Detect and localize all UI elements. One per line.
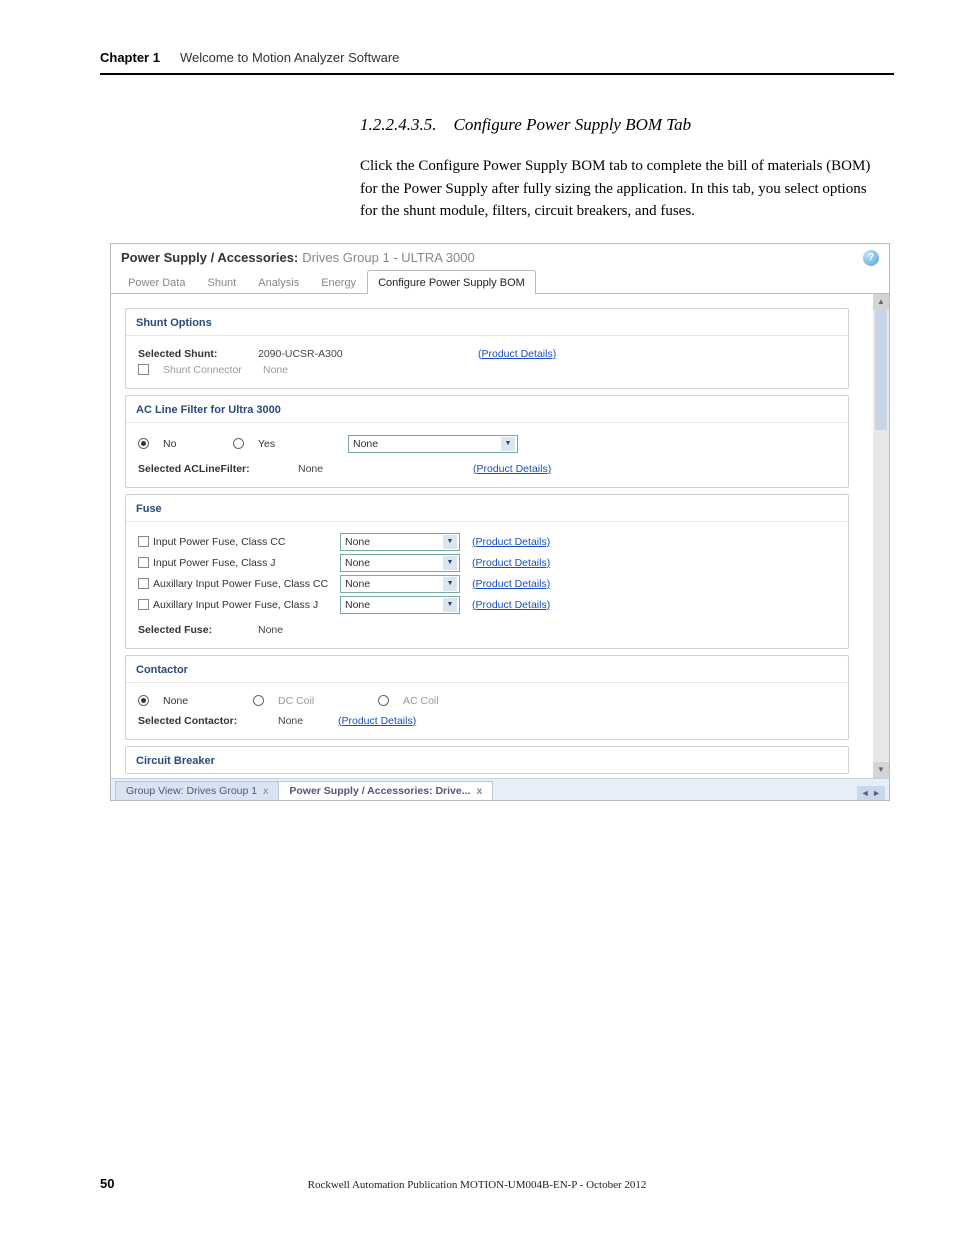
contactor-selected-value: None bbox=[278, 715, 328, 727]
window-title-label: Power Supply / Accessories: bbox=[121, 250, 298, 265]
fuse-label-0: Input Power Fuse, Class CC bbox=[153, 536, 285, 548]
shunt-connector-checkbox bbox=[138, 364, 149, 375]
contactor-panel: Contactor None DC Coil AC Coil Selected … bbox=[125, 655, 849, 740]
acline-no-radio[interactable] bbox=[138, 438, 149, 449]
selected-shunt-value: 2090-UCSR-A300 bbox=[258, 348, 378, 360]
fuse-chk-1[interactable] bbox=[138, 557, 149, 568]
fuse-chk-2[interactable] bbox=[138, 578, 149, 589]
chevron-down-icon: ▼ bbox=[501, 437, 515, 451]
tab-shunt[interactable]: Shunt bbox=[196, 270, 247, 294]
chevron-down-icon: ▼ bbox=[443, 598, 457, 612]
publication-line: Rockwell Automation Publication MOTION-U… bbox=[0, 1179, 954, 1191]
contactor-product-details-link[interactable]: (Product Details) bbox=[338, 715, 416, 727]
window-title-sub: Drives Group 1 - ULTRA 3000 bbox=[302, 250, 474, 265]
fuse-link-3[interactable]: (Product Details) bbox=[472, 599, 550, 611]
fuse-chk-0[interactable] bbox=[138, 536, 149, 547]
contactor-none-label: None bbox=[163, 695, 213, 707]
fuse-dd-0[interactable]: None ▼ bbox=[340, 533, 460, 551]
tab-configure-bom[interactable]: Configure Power Supply BOM bbox=[367, 270, 536, 294]
acline-heading: AC Line Filter for Ultra 3000 bbox=[126, 396, 848, 423]
acline-dropdown-value: None bbox=[353, 438, 378, 450]
contactor-ac-label: AC Coil bbox=[403, 695, 439, 707]
scroll-thumb[interactable] bbox=[875, 310, 887, 430]
footer-tab-power-supply-label: Power Supply / Accessories: Drive... bbox=[289, 785, 470, 797]
fuse-dd-1[interactable]: None ▼ bbox=[340, 554, 460, 572]
tab-analysis[interactable]: Analysis bbox=[247, 270, 310, 294]
contactor-ac-radio[interactable] bbox=[378, 695, 389, 706]
footer-tab-power-supply[interactable]: Power Supply / Accessories: Drive... x bbox=[278, 781, 493, 800]
selected-shunt-label: Selected Shunt: bbox=[138, 348, 248, 360]
chapter-label: Chapter 1 bbox=[100, 50, 160, 65]
fuse-dd-2[interactable]: None ▼ bbox=[340, 575, 460, 593]
fuse-heading: Fuse bbox=[126, 495, 848, 522]
footer-tab-group-view-label: Group View: Drives Group 1 bbox=[126, 785, 257, 797]
body-paragraph: Click the Configure Power Supply BOM tab… bbox=[360, 155, 884, 223]
contactor-dc-label: DC Coil bbox=[278, 695, 328, 707]
acline-selected-value: None bbox=[298, 463, 358, 475]
window-titlebar: Power Supply / Accessories: Drives Group… bbox=[111, 244, 889, 269]
chevron-down-icon: ▼ bbox=[443, 577, 457, 591]
help-icon[interactable]: ? bbox=[863, 250, 879, 266]
fuse-link-1[interactable]: (Product Details) bbox=[472, 557, 550, 569]
contactor-dc-radio[interactable] bbox=[253, 695, 264, 706]
close-icon[interactable]: x bbox=[263, 785, 268, 797]
tab-bar: Power Data Shunt Analysis Energy Configu… bbox=[111, 269, 889, 294]
fuse-dd-3[interactable]: None ▼ bbox=[340, 596, 460, 614]
shunt-connector-value: None bbox=[263, 364, 288, 376]
fuse-label-2: Auxillary Input Power Fuse, Class CC bbox=[153, 578, 328, 590]
chevron-down-icon: ▼ bbox=[443, 556, 457, 570]
fuse-dd-value-3: None bbox=[345, 599, 370, 611]
shunt-connector-label: Shunt Connector bbox=[163, 364, 253, 376]
scroll-up-icon[interactable]: ▲ bbox=[873, 294, 889, 310]
fuse-link-0[interactable]: (Product Details) bbox=[472, 536, 550, 548]
fuse-link-2[interactable]: (Product Details) bbox=[472, 578, 550, 590]
section-number: 1.2.2.4.3.5. bbox=[360, 115, 437, 134]
shunt-product-details-link[interactable]: (Product Details) bbox=[478, 348, 556, 360]
footer-tab-nav[interactable]: ◄ ► bbox=[857, 786, 885, 800]
acline-yes-label: Yes bbox=[258, 438, 288, 450]
acline-dropdown[interactable]: None ▼ bbox=[348, 435, 518, 453]
section-heading: 1.2.2.4.3.5. Configure Power Supply BOM … bbox=[360, 115, 894, 135]
page-header: Chapter 1 Welcome to Motion Analyzer Sof… bbox=[100, 50, 894, 65]
fuse-dd-value-2: None bbox=[345, 578, 370, 590]
fuse-chk-3[interactable] bbox=[138, 599, 149, 610]
screenshot-window: Power Supply / Accessories: Drives Group… bbox=[110, 243, 890, 801]
scroll-down-icon[interactable]: ▼ bbox=[873, 762, 889, 778]
chevron-down-icon: ▼ bbox=[443, 535, 457, 549]
contactor-heading: Contactor bbox=[126, 656, 848, 683]
fuse-dd-value-0: None bbox=[345, 536, 370, 548]
chapter-title: Welcome to Motion Analyzer Software bbox=[180, 50, 399, 65]
contactor-selected-label: Selected Contactor: bbox=[138, 715, 268, 727]
acline-no-label: No bbox=[163, 438, 193, 450]
fuse-selected-value: None bbox=[258, 624, 283, 636]
header-rule bbox=[100, 73, 894, 75]
scrollbar[interactable]: ▲ ▼ bbox=[873, 294, 889, 778]
shunt-heading: Shunt Options bbox=[126, 309, 848, 336]
fuse-selected-label: Selected Fuse: bbox=[138, 624, 248, 636]
footer-tab-group-view[interactable]: Group View: Drives Group 1 x bbox=[115, 781, 279, 800]
section-title: Configure Power Supply BOM Tab bbox=[454, 115, 692, 134]
tab-energy[interactable]: Energy bbox=[310, 270, 367, 294]
shunt-panel: Shunt Options Selected Shunt: 2090-UCSR-… bbox=[125, 308, 849, 389]
contactor-none-radio[interactable] bbox=[138, 695, 149, 706]
footer-tab-bar: Group View: Drives Group 1 x Power Suppl… bbox=[111, 778, 889, 800]
acline-product-details-link[interactable]: (Product Details) bbox=[473, 463, 551, 475]
circuit-breaker-heading: Circuit Breaker bbox=[126, 747, 848, 773]
fuse-label-1: Input Power Fuse, Class J bbox=[153, 557, 276, 569]
fuse-panel: Fuse Input Power Fuse, Class CC None ▼ (P… bbox=[125, 494, 849, 649]
fuse-dd-value-1: None bbox=[345, 557, 370, 569]
window-body: ▲ ▼ Shunt Options Selected Shunt: 2090-U… bbox=[111, 294, 889, 778]
close-icon[interactable]: x bbox=[476, 785, 482, 797]
acline-selected-label: Selected ACLineFilter: bbox=[138, 463, 288, 475]
acline-panel: AC Line Filter for Ultra 3000 No Yes Non… bbox=[125, 395, 849, 488]
tab-power-data[interactable]: Power Data bbox=[117, 270, 196, 294]
fuse-label-3: Auxillary Input Power Fuse, Class J bbox=[153, 599, 318, 611]
circuit-breaker-panel: Circuit Breaker bbox=[125, 746, 849, 774]
acline-yes-radio[interactable] bbox=[233, 438, 244, 449]
